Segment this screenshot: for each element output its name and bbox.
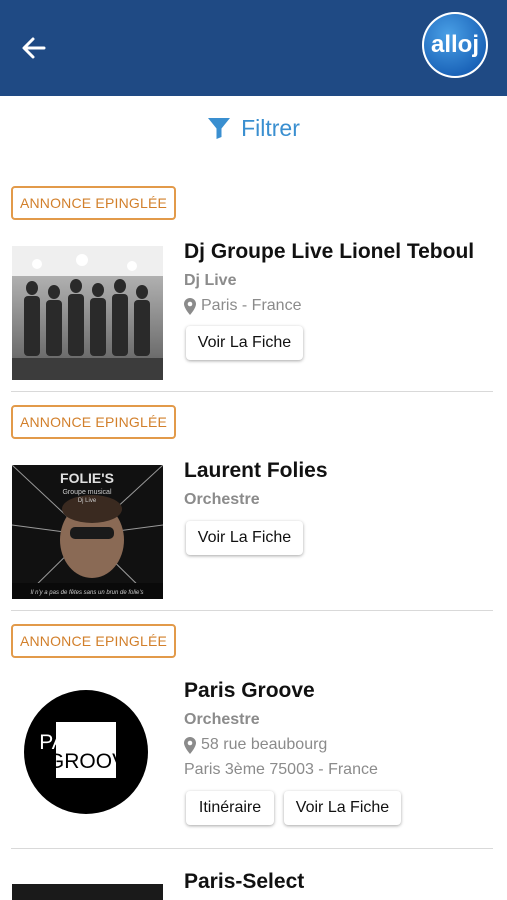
listing-thumbnail[interactable] [12,884,163,900]
pinned-badge: ANNONCE EPINGLÉE [11,186,176,220]
folies-tagline-text: Il n'y a pas de fêtes sans un brun de fo… [30,590,143,596]
listing-thumbnail[interactable]: PARIS GROOVE [12,685,163,819]
logo-text: alloj [430,31,479,58]
listing-title[interactable]: Paris-Select [184,870,304,894]
map-pin-icon [184,736,196,754]
groove-logo-line2: GROOVE [48,750,140,773]
listing-thumbnail[interactable] [12,246,163,380]
pinned-badge: ANNONCE EPINGLÉE [11,405,176,439]
folies-subtitle-text: Groupe musical [62,489,111,496]
listing-address: 58 rue beaubourg [184,736,327,754]
filter-label: Filtrer [241,114,300,141]
filter-funnel-icon [208,118,231,139]
divider [11,848,493,849]
location-text: Paris - France [201,297,302,314]
filter-bar: Filtrer [0,110,507,146]
listing-location: Paris - France [184,297,301,315]
listing-category: Dj Live [184,272,237,289]
listing-thumbnail[interactable]: FOLIE'S Groupe musical Dj Live Il n'y a … [12,465,163,599]
listing-category: Orchestre [184,711,260,728]
divider [11,610,493,611]
listing-title[interactable]: Dj Groupe Live Lionel Teboul [184,240,474,264]
pinned-badge: ANNONCE EPINGLÉE [11,624,176,658]
listing-title[interactable]: Laurent Folies [184,459,328,483]
back-arrow-icon[interactable] [20,34,48,62]
folies-subtitle2-text: Dj Live [78,498,97,504]
filter-button[interactable]: Filtrer [207,110,300,146]
app-bar: alloj [0,0,507,96]
address-text: 58 rue beaubourg [201,736,328,753]
listing-city: Paris 3ème 75003 - France [184,761,378,778]
view-profile-button[interactable]: Voir La Fiche [186,521,303,555]
folies-brand-text: FOLIE'S [60,470,114,486]
directions-button[interactable]: Itinéraire [186,791,274,825]
listing-title[interactable]: Paris Groove [184,679,315,703]
divider [11,391,493,392]
map-pin-icon [184,297,196,315]
view-profile-button[interactable]: Voir La Fiche [284,791,401,825]
app-logo[interactable]: alloj [422,12,488,78]
view-profile-button[interactable]: Voir La Fiche [186,326,303,360]
listing-category: Orchestre [184,491,260,508]
